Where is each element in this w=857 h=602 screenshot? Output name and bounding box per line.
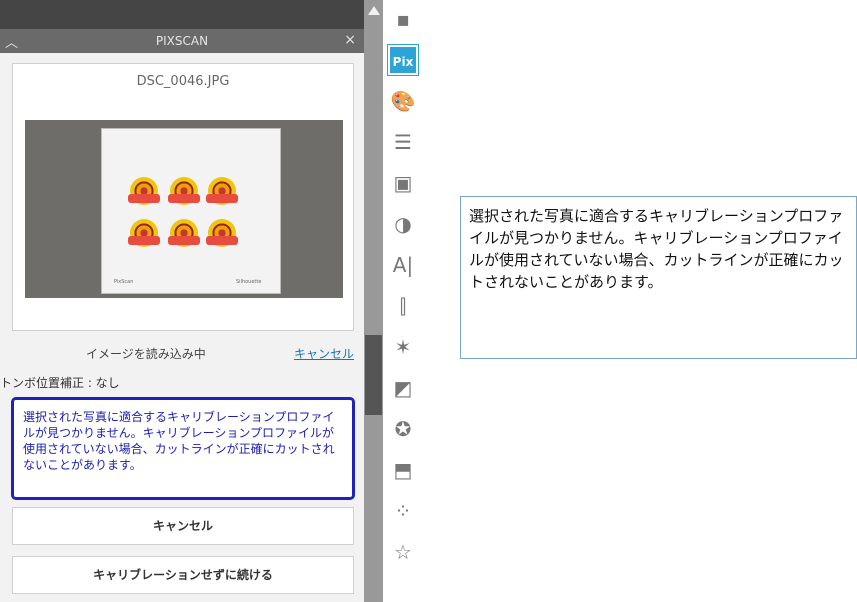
pixscan-icon[interactable]: Pix xyxy=(387,44,419,76)
page-setup-icon[interactable]: ▪ xyxy=(388,4,418,34)
sticker-image xyxy=(128,219,160,247)
scrollbar-thumb[interactable] xyxy=(365,335,382,415)
sticker-image xyxy=(206,219,238,247)
fill-pattern-icon[interactable]: ▣ xyxy=(388,168,418,198)
cancel-loading-link[interactable]: キャンセル xyxy=(294,345,354,362)
pixscan-panel: ︿ PIXSCAN × DSC_0046.JPG PixScan Silhoue… xyxy=(0,29,364,602)
text-icon[interactable]: A| xyxy=(388,250,418,280)
scroll-up-icon[interactable] xyxy=(368,6,380,15)
trace-icon[interactable]: ⬒ xyxy=(388,455,418,485)
panel-scrollbar[interactable] xyxy=(364,0,383,602)
calibration-warning: 選択された写真に適合するキャリブレーションプロファイルが見つかりません。キャリブ… xyxy=(11,397,355,500)
dots-icon[interactable]: ⁘ xyxy=(388,496,418,526)
sticker-image xyxy=(168,177,200,205)
cutting-mat-image: PixScan Silhouette xyxy=(101,128,281,294)
scanned-photo: PixScan Silhouette xyxy=(25,120,343,298)
image-preview-card: DSC_0046.JPG PixScan Silhouette xyxy=(12,63,354,331)
image-filename: DSC_0046.JPG xyxy=(136,74,230,89)
palette-icon[interactable]: 🎨 xyxy=(388,86,418,116)
loading-status: イメージを読み込み中 xyxy=(86,347,206,361)
star-outline-icon[interactable]: ☆ xyxy=(388,537,418,567)
mat-label-right: Silhouette xyxy=(236,279,262,285)
contrast-icon[interactable]: ◑ xyxy=(388,209,418,239)
cancel-button[interactable]: キャンセル xyxy=(12,507,354,545)
sticker-image xyxy=(128,177,160,205)
right-toolbar: ▪ Pix 🎨 ☰ ▣ ◑ A| ⫿ ✶ ◩ ✪ ⬒ ⁘ ☆ xyxy=(383,0,423,602)
registration-status: トンボ位置補正 : なし xyxy=(0,376,120,390)
line-style-icon[interactable]: ☰ xyxy=(388,127,418,157)
continue-without-calibration-button[interactable]: キャリブレーションせずに続ける xyxy=(12,556,354,594)
magic-wand-icon[interactable]: ✶ xyxy=(388,332,418,362)
message-tooltip: 選択された写真に適合するキャリブレーションプロファイルが見つかりません。キャリブ… xyxy=(460,196,857,359)
star-replicate-icon[interactable]: ✪ xyxy=(388,414,418,444)
mat-label-left: PixScan xyxy=(114,279,134,285)
close-icon[interactable]: × xyxy=(344,32,356,48)
sticker-image xyxy=(206,177,238,205)
top-strip xyxy=(0,0,364,29)
sticker-image xyxy=(168,219,200,247)
panel-title: PIXSCAN xyxy=(155,34,209,48)
align-icon[interactable]: ⫿ xyxy=(388,291,418,321)
transform-icon[interactable]: ◩ xyxy=(388,373,418,403)
panel-titlebar: ︿ PIXSCAN × xyxy=(0,29,364,53)
